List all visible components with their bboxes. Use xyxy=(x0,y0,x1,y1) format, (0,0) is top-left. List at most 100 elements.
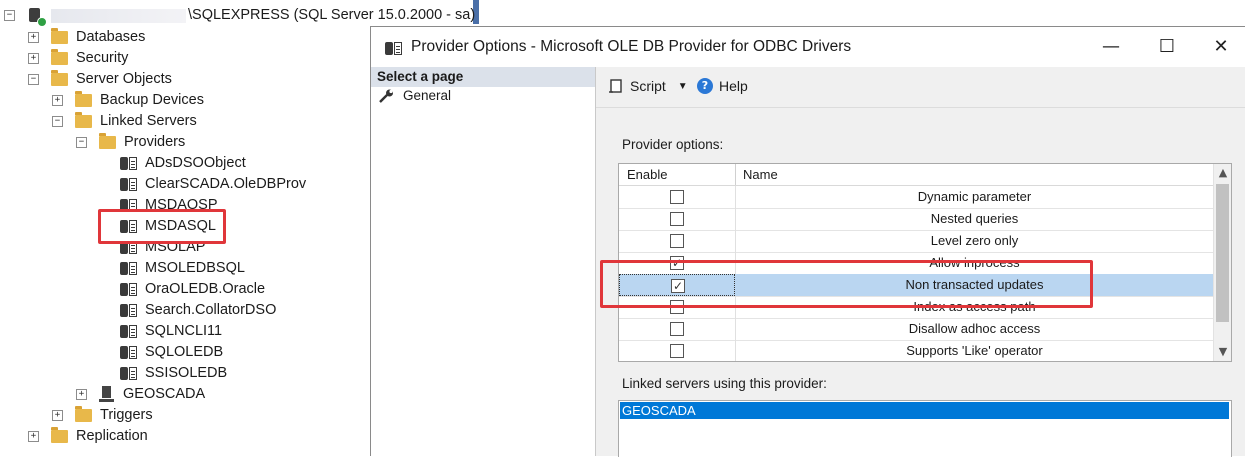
grid-header: Enable Name xyxy=(619,164,1213,186)
dropdown-arrow-icon[interactable]: ▼ xyxy=(678,81,688,92)
tree-label: SQLOLEDB xyxy=(145,344,224,360)
expand-icon[interactable]: + xyxy=(52,95,63,106)
folder-icon xyxy=(51,28,68,44)
provider-icon xyxy=(120,366,137,381)
help-label: Help xyxy=(719,78,748,94)
enable-checkbox[interactable] xyxy=(670,212,684,226)
expand-icon[interactable]: + xyxy=(76,389,87,400)
scroll-up-icon[interactable]: ▲ xyxy=(1214,164,1231,182)
tree-label: ADsDSOObject xyxy=(145,155,246,171)
tree-label: Providers xyxy=(124,134,186,150)
expand-icon[interactable]: + xyxy=(28,53,39,64)
help-button[interactable]: ? Help xyxy=(697,78,748,94)
enable-cell xyxy=(619,208,736,230)
tree-label: Security xyxy=(76,50,129,66)
provider-icon xyxy=(120,261,137,276)
script-button[interactable]: Script ▼ xyxy=(608,78,688,94)
tree-node-linked-servers[interactable]: − Linked Servers xyxy=(52,111,197,132)
linked-servers-list[interactable]: GEOSCADA xyxy=(618,400,1232,457)
expand-icon[interactable]: + xyxy=(28,431,39,442)
redacted-server-name xyxy=(51,8,186,23)
tree-label: GEOSCADA xyxy=(123,386,206,402)
grid-row[interactable]: Level zero only xyxy=(619,230,1213,253)
enable-cell xyxy=(619,318,736,340)
folder-icon xyxy=(99,133,116,149)
collapse-icon[interactable]: − xyxy=(52,116,63,127)
grid-row[interactable]: Supports 'Like' operator xyxy=(619,340,1213,361)
tree-label: MSOLEDBSQL xyxy=(145,260,245,276)
expand-icon[interactable]: + xyxy=(28,32,39,43)
page-general[interactable]: General xyxy=(379,88,451,103)
tree-node-server[interactable]: − \SQLEXPRESS (SQL Server 15.0.2000 - sa… xyxy=(4,5,476,27)
minimize-button[interactable]: — xyxy=(1083,27,1139,67)
tree-node-geoscada[interactable]: + GEOSCADA xyxy=(76,384,205,405)
script-icon xyxy=(609,79,622,93)
tree-node-provider[interactable]: SQLOLEDB xyxy=(120,342,223,363)
column-enable[interactable]: Enable xyxy=(627,164,667,185)
tree-node-provider[interactable]: SQLNCLI11 xyxy=(120,321,222,342)
option-name: Disallow adhoc access xyxy=(908,321,1041,336)
collapse-icon[interactable]: − xyxy=(4,10,15,21)
dialog-toolbar: Script ▼ ? Help xyxy=(596,67,1245,108)
tree-label: Backup Devices xyxy=(100,92,204,108)
collapse-icon[interactable]: − xyxy=(28,74,39,85)
tree-node-databases[interactable]: + Databases xyxy=(28,27,145,48)
tree-label: ClearSCADA.OleDBProv xyxy=(145,176,307,192)
tree-label: Linked Servers xyxy=(100,113,197,129)
tree-node-provider[interactable]: Search.CollatorDSO xyxy=(120,300,276,321)
maximize-button[interactable]: ☐ xyxy=(1139,27,1195,67)
server-running-icon xyxy=(27,7,47,27)
dialog-titlebar[interactable]: Provider Options - Microsoft OLE DB Prov… xyxy=(371,27,1245,67)
grid-row[interactable]: Dynamic parameter xyxy=(619,186,1213,209)
tree-node-server-objects[interactable]: − Server Objects xyxy=(28,69,172,90)
tree-node-provider[interactable]: ADsDSOObject xyxy=(120,153,246,174)
expand-icon[interactable]: + xyxy=(52,410,63,421)
server-label: \SQLEXPRESS (SQL Server 15.0.2000 - sa) xyxy=(188,7,476,23)
dialog-provider-icon xyxy=(385,41,402,56)
provider-icon xyxy=(120,177,137,192)
enable-checkbox[interactable] xyxy=(670,190,684,204)
folder-icon xyxy=(51,427,68,443)
page-general-label: General xyxy=(403,88,452,103)
scroll-down-icon[interactable]: ▼ xyxy=(1214,343,1231,361)
grid-row[interactable]: Nested queries xyxy=(619,208,1213,231)
tree-node-replication[interactable]: + Replication xyxy=(28,426,148,447)
grid-row[interactable]: Disallow adhoc access xyxy=(619,318,1213,341)
provider-icon xyxy=(120,156,137,171)
tree-node-provider[interactable]: SSISOLEDB xyxy=(120,363,227,384)
list-item[interactable]: GEOSCADA xyxy=(620,402,1229,419)
tree-node-triggers[interactable]: + Triggers xyxy=(52,405,153,426)
column-name[interactable]: Name xyxy=(743,164,778,185)
enable-checkbox[interactable] xyxy=(670,322,684,336)
provider-icon xyxy=(120,324,137,339)
collapse-icon[interactable]: − xyxy=(76,137,87,148)
provider-options-label: Provider options: xyxy=(622,137,724,152)
script-label: Script xyxy=(630,78,666,94)
tree-label: Search.CollatorDSO xyxy=(145,302,277,318)
tree-label: Replication xyxy=(76,428,148,444)
grid-scrollbar[interactable]: ▲ ▼ xyxy=(1213,164,1231,361)
tree-node-security[interactable]: + Security xyxy=(28,48,128,69)
option-name: Dynamic parameter xyxy=(917,189,1032,204)
tree-node-providers[interactable]: − Providers xyxy=(76,132,185,153)
option-name: Nested queries xyxy=(930,211,1019,226)
highlight-box-non-transacted-updates xyxy=(600,260,1093,308)
enable-checkbox[interactable] xyxy=(670,234,684,248)
tree-node-provider[interactable]: OraOLEDB.Oracle xyxy=(120,279,265,300)
close-button[interactable]: ✕ xyxy=(1193,27,1245,67)
highlight-box-msdasql xyxy=(98,209,226,244)
scroll-thumb[interactable] xyxy=(1216,184,1229,322)
folder-icon xyxy=(75,406,92,422)
linked-servers-label: Linked servers using this provider: xyxy=(622,376,827,391)
wrench-icon xyxy=(379,89,393,103)
enable-checkbox[interactable] xyxy=(670,344,684,358)
provider-icon xyxy=(120,282,137,297)
provider-options-dialog: Provider Options - Microsoft OLE DB Prov… xyxy=(370,26,1245,457)
tree-node-provider[interactable]: ClearSCADA.OleDBProv xyxy=(120,174,306,195)
tree-node-provider[interactable]: MSOLEDBSQL xyxy=(120,258,245,279)
provider-icon xyxy=(120,303,137,318)
tree-label: Databases xyxy=(76,29,146,45)
tree-node-backup-devices[interactable]: + Backup Devices xyxy=(52,90,204,111)
folder-icon xyxy=(75,112,92,128)
select-page-pane: Select a page General xyxy=(371,67,596,456)
